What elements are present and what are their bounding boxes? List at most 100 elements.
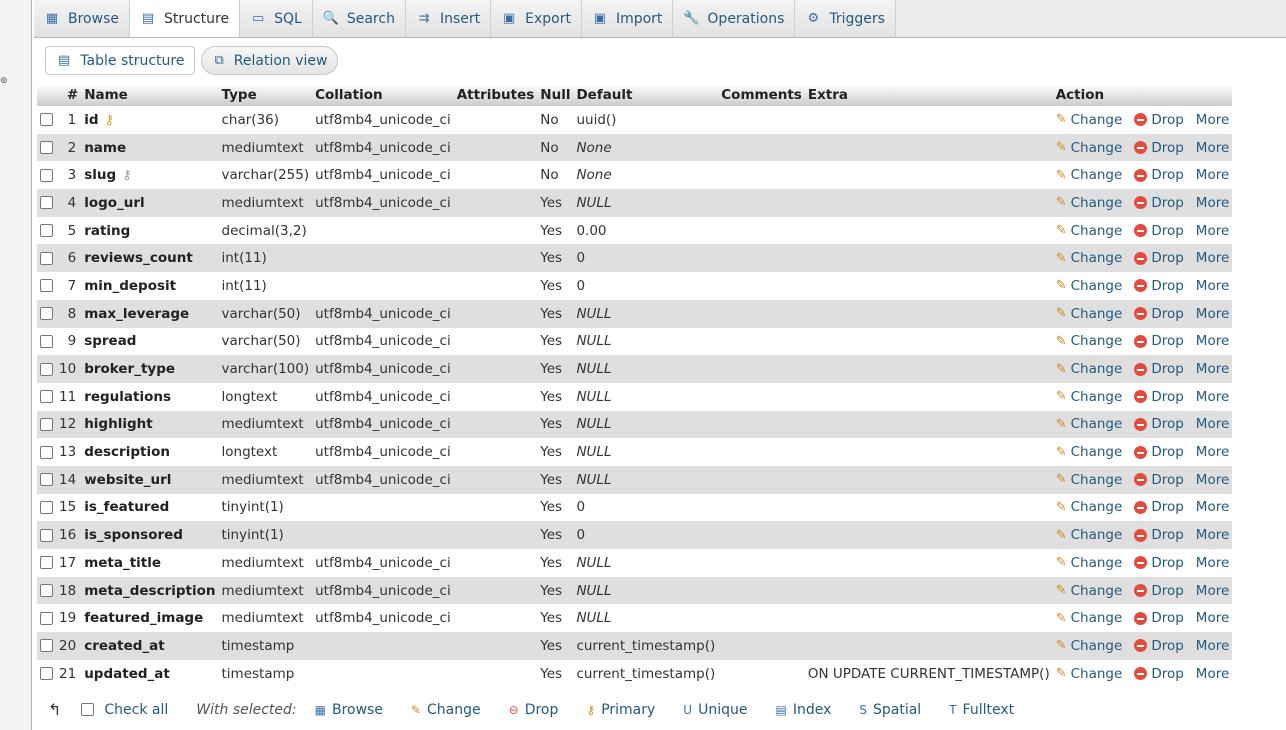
row-checkbox[interactable]	[40, 445, 53, 459]
row-checkbox[interactable]	[40, 307, 53, 321]
header-name[interactable]: Name	[81, 84, 219, 106]
more-dropdown[interactable]: More	[1196, 666, 1229, 682]
change-button[interactable]: ✎ Change	[1056, 278, 1123, 294]
change-button[interactable]: ✎ Change	[1056, 140, 1123, 156]
header-extra[interactable]: Extra	[804, 84, 1053, 106]
bulk-drop-button[interactable]: ⊖ Drop	[509, 702, 559, 718]
drop-button[interactable]: Drop	[1134, 499, 1184, 515]
drop-button[interactable]: Drop	[1134, 195, 1184, 211]
bulk-index-button[interactable]: ▤ Index	[775, 702, 831, 718]
more-dropdown[interactable]: More	[1196, 250, 1229, 266]
drop-button[interactable]: Drop	[1134, 250, 1184, 266]
change-button[interactable]: ✎ Change	[1056, 472, 1123, 488]
row-checkbox[interactable]	[40, 224, 53, 238]
change-button[interactable]: ✎ Change	[1056, 112, 1123, 128]
more-dropdown[interactable]: More	[1196, 306, 1229, 322]
drop-button[interactable]: Drop	[1134, 416, 1184, 432]
more-dropdown[interactable]: More	[1196, 499, 1229, 515]
more-dropdown[interactable]: More	[1196, 112, 1229, 128]
change-button[interactable]: ✎ Change	[1056, 361, 1123, 377]
drop-button[interactable]: Drop	[1134, 472, 1184, 488]
more-dropdown[interactable]: More	[1196, 638, 1229, 654]
change-button[interactable]: ✎ Change	[1056, 195, 1123, 211]
header-null[interactable]: Null	[537, 84, 574, 106]
drop-button[interactable]: Drop	[1134, 610, 1184, 626]
header-attributes[interactable]: Attributes	[453, 84, 538, 106]
change-button[interactable]: ✎ Change	[1056, 444, 1123, 460]
bulk-spatial-button[interactable]: S Spatial	[859, 702, 921, 718]
more-dropdown[interactable]: More	[1196, 140, 1229, 156]
more-dropdown[interactable]: More	[1196, 610, 1229, 626]
row-checkbox[interactable]	[40, 500, 53, 514]
check-all-link[interactable]: Check all	[104, 702, 168, 718]
more-dropdown[interactable]: More	[1196, 472, 1229, 488]
more-dropdown[interactable]: More	[1196, 167, 1229, 183]
tab-search[interactable]: 🔍 Search	[312, 0, 406, 37]
row-checkbox[interactable]	[40, 528, 53, 542]
change-button[interactable]: ✎ Change	[1056, 306, 1123, 322]
drop-button[interactable]: Drop	[1134, 278, 1184, 294]
bulk-unique-button[interactable]: U Unique	[683, 702, 747, 718]
header-collation[interactable]: Collation	[312, 84, 454, 106]
change-button[interactable]: ✎ Change	[1056, 416, 1123, 432]
row-checkbox[interactable]	[40, 473, 53, 487]
more-dropdown[interactable]: More	[1196, 333, 1229, 349]
tab-import[interactable]: ▣ Import	[581, 0, 674, 37]
row-checkbox[interactable]	[40, 168, 53, 182]
more-dropdown[interactable]: More	[1196, 361, 1229, 377]
more-dropdown[interactable]: More	[1196, 223, 1229, 239]
drop-button[interactable]: Drop	[1134, 361, 1184, 377]
more-dropdown[interactable]: More	[1196, 195, 1229, 211]
row-checkbox[interactable]	[40, 639, 53, 653]
row-checkbox[interactable]	[40, 141, 53, 155]
change-button[interactable]: ✎ Change	[1056, 583, 1123, 599]
row-checkbox[interactable]	[40, 279, 53, 293]
more-dropdown[interactable]: More	[1196, 527, 1229, 543]
drop-button[interactable]: Drop	[1134, 555, 1184, 571]
row-checkbox[interactable]	[40, 556, 53, 570]
tab-operations[interactable]: 🔧 Operations	[673, 0, 796, 37]
tab-sql[interactable]: ▭ SQL	[240, 0, 313, 37]
check-all-checkbox[interactable]	[81, 703, 95, 716]
subtab-relation-view[interactable]: ⧉ Relation view	[201, 46, 339, 75]
more-dropdown[interactable]: More	[1196, 389, 1229, 405]
drop-button[interactable]: Drop	[1134, 140, 1184, 156]
row-checkbox[interactable]	[40, 362, 53, 376]
change-button[interactable]: ✎ Change	[1056, 527, 1123, 543]
row-checkbox[interactable]	[40, 584, 53, 598]
row-checkbox[interactable]	[40, 611, 53, 625]
bulk-change-button[interactable]: ✎ Change	[411, 702, 481, 718]
tab-export[interactable]: ▣ Export	[491, 0, 582, 37]
tab-structure[interactable]: ▤ Structure	[129, 0, 241, 37]
change-button[interactable]: ✎ Change	[1056, 389, 1123, 405]
tab-insert[interactable]: ⇉ Insert	[405, 0, 492, 37]
row-checkbox[interactable]	[40, 113, 53, 127]
change-button[interactable]: ✎ Change	[1056, 610, 1123, 626]
drop-button[interactable]: Drop	[1134, 112, 1184, 128]
change-button[interactable]: ✎ Change	[1056, 333, 1123, 349]
tab-triggers[interactable]: ⚙ Triggers	[795, 0, 896, 37]
drop-button[interactable]: Drop	[1134, 333, 1184, 349]
change-button[interactable]: ✎ Change	[1056, 167, 1123, 183]
collapse-handle-icon[interactable]: ⊛	[0, 76, 8, 86]
header-comments[interactable]: Comments	[718, 84, 805, 106]
change-button[interactable]: ✎ Change	[1056, 638, 1123, 654]
header-type[interactable]: Type	[218, 84, 313, 106]
drop-button[interactable]: Drop	[1134, 444, 1184, 460]
more-dropdown[interactable]: More	[1196, 416, 1229, 432]
change-button[interactable]: ✎ Change	[1056, 555, 1123, 571]
row-checkbox[interactable]	[40, 417, 53, 431]
more-dropdown[interactable]: More	[1196, 583, 1229, 599]
change-button[interactable]: ✎ Change	[1056, 223, 1123, 239]
drop-button[interactable]: Drop	[1134, 666, 1184, 682]
row-checkbox[interactable]	[40, 334, 53, 348]
row-checkbox[interactable]	[40, 196, 53, 210]
drop-button[interactable]: Drop	[1134, 223, 1184, 239]
change-button[interactable]: ✎ Change	[1056, 250, 1123, 266]
drop-button[interactable]: Drop	[1134, 583, 1184, 599]
row-checkbox[interactable]	[40, 251, 53, 265]
drop-button[interactable]: Drop	[1134, 638, 1184, 654]
more-dropdown[interactable]: More	[1196, 278, 1229, 294]
row-checkbox[interactable]	[40, 390, 53, 404]
bulk-browse-button[interactable]: ▦ Browse	[315, 702, 383, 718]
